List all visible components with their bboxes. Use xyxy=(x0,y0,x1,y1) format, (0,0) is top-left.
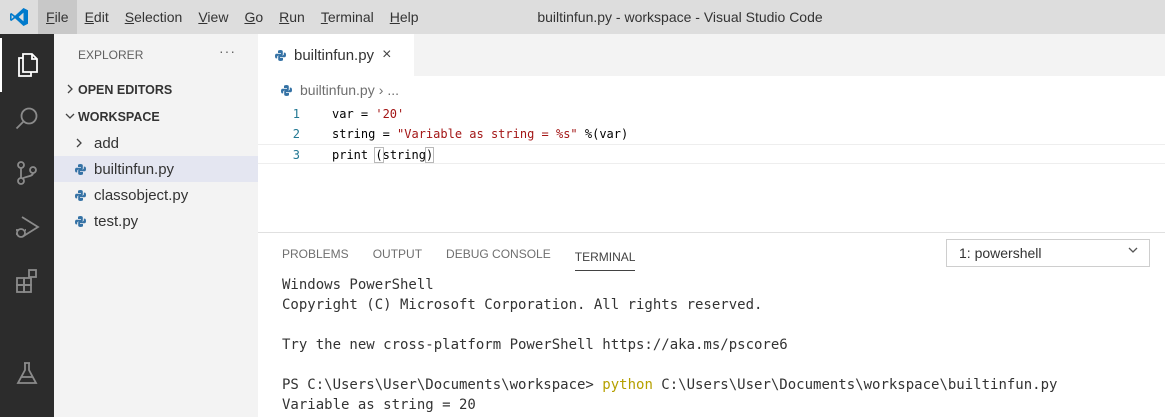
terminal-prompt: PS C:\Users\User\Documents\workspace> xyxy=(282,377,603,393)
explorer-title: EXPLORER xyxy=(78,48,144,62)
menu-view[interactable]: View xyxy=(190,0,236,34)
code-text: print (string) xyxy=(332,147,435,163)
open-editors-label: OPEN EDITORS xyxy=(78,82,173,97)
menu-run[interactable]: Run xyxy=(271,0,313,34)
explorer-sidebar: EXPLORER ··· OPEN EDITORS WORKSPACE add … xyxy=(54,34,258,417)
terminal-line: Copyright (C) Microsoft Corporation. All… xyxy=(282,297,763,313)
menu-selection[interactable]: Selection xyxy=(117,0,191,34)
python-file-icon xyxy=(74,189,94,202)
source-control-activity-button[interactable] xyxy=(0,146,54,200)
bottom-panel: PROBLEMS OUTPUT DEBUG CONSOLE TERMINAL 1… xyxy=(258,232,1165,417)
terminal-select[interactable]: 1: powershell xyxy=(946,239,1150,267)
vscode-logo-icon xyxy=(0,0,38,34)
code-line: 2 string = "Variable as string = %s" %(v… xyxy=(258,124,1165,144)
explorer-header: EXPLORER ··· xyxy=(54,34,258,76)
more-actions-icon[interactable]: ··· xyxy=(219,43,236,59)
testing-activity-button[interactable] xyxy=(0,346,54,400)
breadcrumb: builtinfun.py › ... xyxy=(258,76,1165,104)
tree-item-label: test.py xyxy=(94,212,139,230)
menu-edit[interactable]: Edit xyxy=(77,0,117,34)
search-icon xyxy=(15,107,38,130)
code-editor[interactable]: 1 var = '20' 2 string = "Variable as str… xyxy=(258,104,1165,164)
tree-item-test[interactable]: test.py xyxy=(54,208,258,234)
terminal-command: python xyxy=(602,377,653,393)
workspace-label: WORKSPACE xyxy=(78,109,160,124)
line-number: 1 xyxy=(292,107,300,121)
menu-go[interactable]: Go xyxy=(236,0,271,34)
terminal-select-value: 1: powershell xyxy=(959,245,1042,261)
editor-group: builtinfun.py × builtinfun.py › ... 1 va… xyxy=(258,34,1165,232)
breadcrumb-symbols[interactable]: ... xyxy=(387,82,399,98)
python-file-icon xyxy=(280,84,300,97)
terminal-command-args: C:\Users\User\Documents\workspace\builti… xyxy=(652,377,1058,393)
extensions-activity-button[interactable] xyxy=(0,254,54,308)
tree-item-add-folder[interactable]: add xyxy=(54,130,258,156)
line-number: 3 xyxy=(292,148,300,162)
python-file-icon xyxy=(74,215,94,228)
code-line: 1 var = '20' xyxy=(258,104,1165,124)
breadcrumb-file[interactable]: builtinfun.py xyxy=(300,82,375,98)
tree-item-label: add xyxy=(94,134,120,152)
chevron-right-icon xyxy=(74,138,94,148)
tab-problems[interactable]: PROBLEMS xyxy=(282,233,349,275)
code-text: var = '20' xyxy=(332,107,405,121)
terminal-output[interactable]: Windows PowerShell Copyright (C) Microso… xyxy=(258,275,1165,415)
chevron-down-icon xyxy=(62,110,78,124)
workspace-section[interactable]: WORKSPACE xyxy=(54,103,258,130)
tree-item-label: builtinfun.py xyxy=(94,160,175,178)
run-debug-icon xyxy=(16,216,40,238)
terminal-line: Windows PowerShell xyxy=(282,277,434,293)
menu-bar: File Edit Selection View Go Run Terminal… xyxy=(38,0,427,34)
chevron-down-icon xyxy=(1127,244,1139,259)
menu-terminal[interactable]: Terminal xyxy=(313,0,382,34)
menu-file[interactable]: File xyxy=(38,0,77,34)
title-bar: File Edit Selection View Go Run Terminal… xyxy=(0,0,1165,34)
menu-help[interactable]: Help xyxy=(382,0,427,34)
code-line-current: 3 print (string) xyxy=(258,144,1165,164)
terminal-line: Variable as string = 20 xyxy=(282,397,476,413)
close-icon[interactable]: × xyxy=(382,46,391,64)
tab-debug-console[interactable]: DEBUG CONSOLE xyxy=(446,233,551,275)
tab-output[interactable]: OUTPUT xyxy=(373,233,422,275)
line-number: 2 xyxy=(292,127,300,141)
source-control-icon xyxy=(17,161,37,185)
flask-icon xyxy=(16,362,38,384)
code-text: string = "Variable as string = %s" %(var… xyxy=(332,127,629,141)
open-editors-section[interactable]: OPEN EDITORS xyxy=(54,76,258,103)
search-activity-button[interactable] xyxy=(0,92,54,146)
extensions-icon xyxy=(16,269,37,293)
tree-item-builtinfun[interactable]: builtinfun.py xyxy=(54,156,258,182)
run-debug-activity-button[interactable] xyxy=(0,200,54,254)
python-file-icon xyxy=(274,49,294,62)
breadcrumb-separator: › xyxy=(378,82,384,98)
tab-terminal[interactable]: TERMINAL xyxy=(574,237,636,271)
tab-builtinfun[interactable]: builtinfun.py × xyxy=(258,34,414,76)
editor-tab-bar: builtinfun.py × xyxy=(258,34,1165,76)
python-file-icon xyxy=(74,163,94,176)
explorer-activity-button[interactable] xyxy=(0,38,54,92)
terminal-command-line: PS C:\Users\User\Documents\workspace> py… xyxy=(282,375,1165,395)
tree-item-classobject[interactable]: classobject.py xyxy=(54,182,258,208)
activity-bar xyxy=(0,34,54,417)
panel-tab-bar: PROBLEMS OUTPUT DEBUG CONSOLE TERMINAL 1… xyxy=(258,233,1165,275)
terminal-line: Try the new cross-platform PowerShell ht… xyxy=(282,337,788,353)
files-icon xyxy=(18,53,38,77)
chevron-right-icon xyxy=(62,83,78,97)
tree-item-label: classobject.py xyxy=(94,186,189,204)
tab-label: builtinfun.py xyxy=(294,46,375,64)
